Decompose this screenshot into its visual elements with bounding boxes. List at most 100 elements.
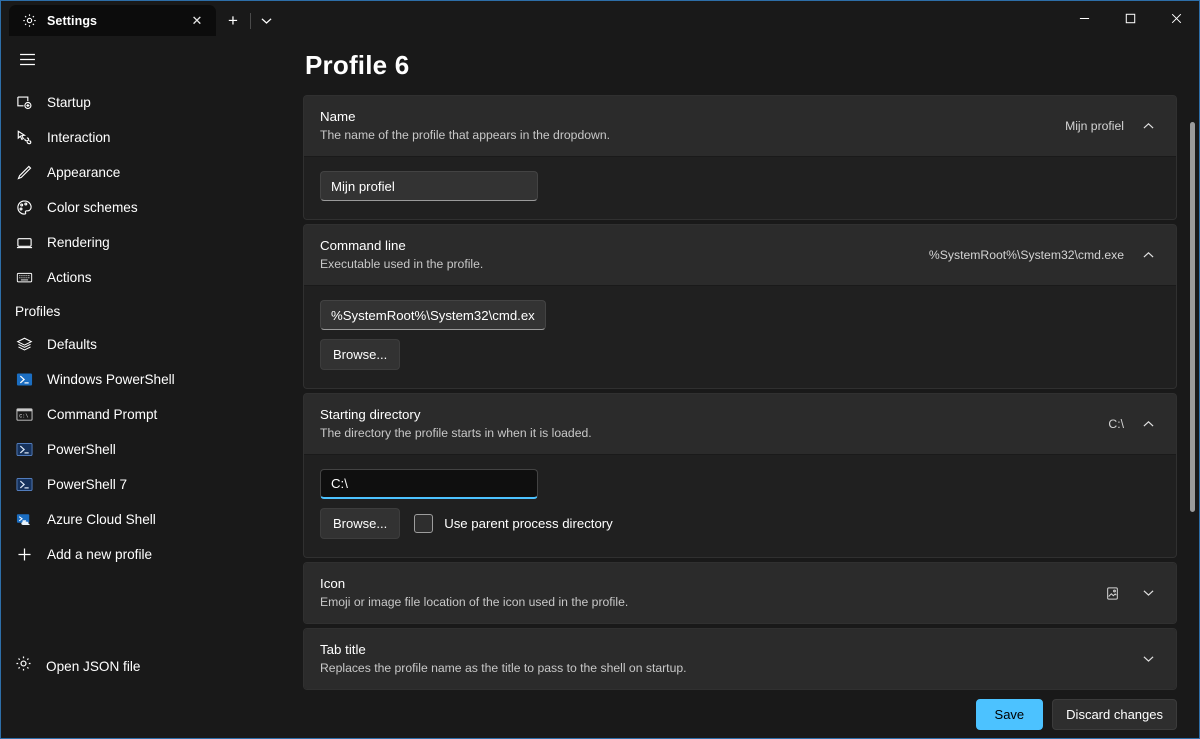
sidebar-item-azure-cloud-shell[interactable]: Azure Cloud Shell [6, 502, 286, 537]
setting-texts: Command line Executable used in the prof… [320, 237, 917, 273]
sidebar-item-powershell-7[interactable]: PowerShell 7 [6, 467, 286, 502]
save-button[interactable]: Save [975, 698, 1044, 730]
sidebar-item-actions[interactable]: Actions [6, 260, 286, 295]
sidebar-item-label: PowerShell 7 [47, 477, 128, 492]
setting-title: Command line [320, 238, 406, 253]
browse-starting-directory-button[interactable]: Browse... [320, 508, 401, 539]
setting-header-name[interactable]: Name The name of the profile that appear… [304, 96, 1176, 156]
powershell-core-icon [15, 441, 33, 459]
title-bar: Settings ✕ + [1, 1, 1199, 36]
new-tab-button[interactable]: + [216, 5, 250, 36]
checkbox-label: Use parent process directory [444, 516, 613, 531]
sidebar-item-label: Color schemes [47, 200, 138, 215]
starting-directory-controls: Browse... Use parent process directory [320, 508, 1160, 539]
sidebar-nav-list: Startup Interaction Appearance Color sch… [1, 79, 291, 642]
setting-title: Tab title [320, 642, 366, 657]
setting-card-command-line: Command line Executable used in the prof… [303, 224, 1177, 389]
sidebar-item-command-prompt[interactable]: C:\ Command Prompt [6, 397, 286, 432]
setting-value-preview: %SystemRoot%\System32\cmd.exe [928, 248, 1124, 262]
setting-description: Emoji or image file location of the icon… [320, 595, 629, 609]
sidebar-item-powershell[interactable]: PowerShell [6, 432, 286, 467]
open-json-file-button[interactable]: Open JSON file [1, 642, 291, 690]
command-line-input[interactable] [320, 300, 546, 330]
discard-changes-button[interactable]: Discard changes [1052, 698, 1177, 730]
minimize-button[interactable] [1061, 1, 1107, 35]
sidebar-item-startup[interactable]: Startup [6, 85, 286, 120]
close-window-button[interactable] [1153, 1, 1199, 35]
setting-card-name: Name The name of the profile that appear… [303, 95, 1177, 220]
setting-title: Icon [320, 576, 346, 591]
use-parent-process-directory-checkbox[interactable]: Use parent process directory [414, 514, 613, 533]
setting-value-preview: Mijn profiel [1065, 119, 1124, 133]
sidebar: Startup Interaction Appearance Color sch… [1, 36, 291, 690]
sidebar-item-color-schemes[interactable]: Color schemes [6, 190, 286, 225]
window-controls [1061, 1, 1199, 35]
setting-description: Executable used in the profile. [320, 257, 484, 271]
setting-header-command-line[interactable]: Command line Executable used in the prof… [304, 225, 1176, 285]
chevron-up-icon[interactable] [1136, 412, 1160, 436]
azure-icon [15, 511, 33, 529]
sidebar-item-label: PowerShell [47, 442, 116, 457]
scrollbar-thumb[interactable] [1190, 122, 1195, 512]
sidebar-item-label: Command Prompt [47, 407, 158, 422]
sidebar-item-appearance[interactable]: Appearance [6, 155, 286, 190]
plus-icon [15, 546, 33, 564]
sidebar-item-label: Interaction [47, 130, 111, 145]
setting-texts: Tab title Replaces the profile name as t… [320, 641, 1124, 677]
chevron-down-icon[interactable] [251, 5, 281, 36]
cmd-icon: C:\ [15, 406, 33, 424]
tab-actions: + [216, 5, 281, 36]
browse-command-line-button[interactable]: Browse... [320, 339, 401, 370]
sidebar-item-interaction[interactable]: Interaction [6, 120, 286, 155]
tab-strip: Settings ✕ + [1, 1, 281, 36]
setting-header-tab-title[interactable]: Tab title Replaces the profile name as t… [304, 629, 1176, 689]
sidebar-item-label: Defaults [47, 337, 97, 352]
setting-title: Starting directory [320, 407, 421, 422]
close-icon[interactable]: ✕ [186, 10, 208, 32]
tab-settings[interactable]: Settings ✕ [9, 5, 216, 36]
interaction-cursor-icon [15, 129, 33, 147]
setting-header-icon[interactable]: Icon Emoji or image file location of the… [304, 563, 1176, 623]
profile-name-input[interactable] [320, 171, 538, 201]
sidebar-item-label: Actions [47, 270, 92, 285]
sidebar-item-windows-powershell[interactable]: Windows PowerShell [6, 362, 286, 397]
sidebar-item-label: Windows PowerShell [47, 372, 175, 387]
setting-title: Name [320, 109, 356, 124]
sidebar-item-defaults[interactable]: Defaults [6, 327, 286, 362]
setting-card-tab-title: Tab title Replaces the profile name as t… [303, 628, 1177, 690]
hamburger-menu-icon[interactable] [5, 39, 49, 79]
chevron-up-icon[interactable] [1136, 243, 1160, 267]
setting-body-starting-directory: Browse... Use parent process directory [304, 454, 1176, 557]
settings-window: Settings ✕ + Startup Interaction Appeara… [0, 0, 1200, 739]
powershell-icon [15, 371, 33, 389]
sidebar-item-label: Appearance [47, 165, 121, 180]
chevron-up-icon[interactable] [1136, 114, 1160, 138]
open-json-file-label: Open JSON file [46, 658, 141, 674]
pen-icon [15, 164, 33, 182]
startup-icon [15, 94, 33, 112]
setting-texts: Icon Emoji or image file location of the… [320, 575, 1088, 611]
setting-card-icon: Icon Emoji or image file location of the… [303, 562, 1177, 624]
checkbox-box [414, 514, 434, 533]
sidebar-item-label: Add a new profile [47, 547, 153, 562]
starting-directory-input[interactable] [320, 469, 538, 499]
chevron-down-icon[interactable] [1136, 647, 1160, 671]
sidebar-item-label: Startup [47, 95, 91, 110]
maximize-button[interactable] [1107, 1, 1153, 35]
tab-title-label: Settings [47, 13, 98, 28]
setting-texts: Name The name of the profile that appear… [320, 108, 1053, 144]
layers-icon [15, 336, 33, 354]
image-icon [1100, 581, 1124, 605]
main-pane: Profile 6 Name The name of the profile t… [291, 36, 1199, 690]
monitor-icon [15, 234, 33, 252]
setting-texts: Starting directory The directory the pro… [320, 406, 1096, 442]
setting-value-preview: C:\ [1108, 417, 1124, 431]
setting-body-command-line: Browse... [304, 285, 1176, 388]
sidebar-item-rendering[interactable]: Rendering [6, 225, 286, 260]
setting-body-name [304, 156, 1176, 219]
setting-header-starting-directory[interactable]: Starting directory The directory the pro… [304, 394, 1176, 454]
sidebar-item-label: Azure Cloud Shell [47, 512, 156, 527]
chevron-down-icon[interactable] [1136, 581, 1160, 605]
sidebar-item-add-new-profile[interactable]: Add a new profile [6, 537, 286, 572]
vertical-scrollbar[interactable] [1190, 82, 1195, 712]
